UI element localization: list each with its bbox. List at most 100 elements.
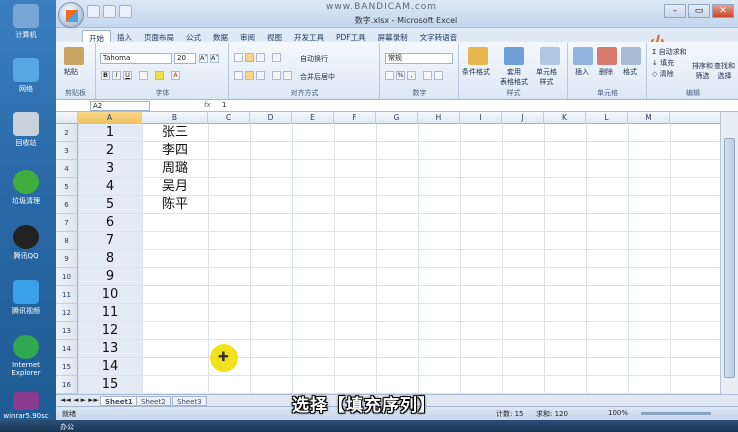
increase-indent-icon[interactable] (283, 71, 292, 80)
orientation-icon[interactable] (272, 53, 281, 62)
format-cells-button[interactable]: 格式 (623, 67, 637, 77)
vertical-scrollbar[interactable] (720, 112, 738, 394)
zoom-slider[interactable] (641, 412, 711, 415)
column-header-l[interactable]: L (586, 112, 628, 124)
comma-button[interactable]: , (407, 71, 416, 80)
desktop-icon-computer[interactable]: 计算机 (2, 4, 50, 40)
office-button[interactable] (58, 2, 84, 28)
autosum-button[interactable]: Σ 自动求和 (652, 47, 687, 57)
row-header[interactable]: 11 (56, 286, 78, 304)
sheet-tab-3[interactable]: Sheet3 (172, 396, 207, 406)
grow-font-button[interactable]: A˄ (199, 54, 208, 63)
border-icon[interactable] (139, 71, 148, 80)
row-header[interactable]: 13 (56, 322, 78, 340)
decrease-indent-icon[interactable] (272, 71, 281, 80)
desktop-icon-qq[interactable]: 腾讯QQ (2, 225, 50, 261)
row-header[interactable]: 4 (56, 160, 78, 178)
cell-a[interactable]: 10 (78, 286, 142, 304)
scroll-thumb[interactable] (724, 138, 735, 378)
cell-b[interactable]: 张三 (142, 124, 208, 142)
save-icon[interactable] (87, 5, 100, 18)
clear-button[interactable]: ◇ 清除 (652, 69, 674, 79)
sheet-nav-icon[interactable]: ◄◄ ◄ ► ►► (60, 396, 99, 404)
row-header[interactable]: 7 (56, 214, 78, 232)
desktop-icon-ie[interactable]: Internet Explorer (2, 335, 50, 377)
cell-a[interactable]: 8 (78, 250, 142, 268)
font-name-field[interactable]: Tahoma (100, 53, 172, 64)
paste-button[interactable]: 粘贴 (64, 67, 78, 77)
merge-center-button[interactable]: 合并后居中 (300, 72, 335, 82)
italic-button[interactable]: I (112, 71, 121, 80)
column-header-d[interactable]: D (250, 112, 292, 124)
wrap-text-button[interactable]: 自动换行 (300, 54, 328, 64)
row-header[interactable]: 15 (56, 358, 78, 376)
column-header-a[interactable]: A (78, 112, 142, 124)
column-header-k[interactable]: K (544, 112, 586, 124)
align-center-icon[interactable] (245, 71, 254, 80)
row-header[interactable]: 12 (56, 304, 78, 322)
bold-button[interactable]: B (101, 71, 110, 80)
align-middle-icon[interactable] (245, 53, 254, 62)
zoom-level[interactable]: 100% (608, 409, 628, 417)
cell-b[interactable]: 周璐 (142, 160, 208, 178)
increase-decimal-icon[interactable] (423, 71, 432, 80)
row-header[interactable]: 14 (56, 340, 78, 358)
row-header[interactable]: 9 (56, 250, 78, 268)
fill-button[interactable]: ↓ 填充 (652, 58, 674, 68)
align-left-icon[interactable] (234, 71, 243, 80)
formula-input[interactable]: 1 (222, 101, 226, 109)
cell-a[interactable]: 7 (78, 232, 142, 250)
column-header-c[interactable]: C (208, 112, 250, 124)
sort-filter-button[interactable]: 排序和 筛选 (692, 61, 713, 81)
close-button[interactable]: ✕ (712, 4, 734, 18)
column-header-j[interactable]: J (502, 112, 544, 124)
minimize-button[interactable]: – (664, 4, 686, 18)
column-header-h[interactable]: H (418, 112, 460, 124)
desktop-icon-cleaner[interactable]: 垃圾清理 (2, 170, 50, 206)
cell-a[interactable]: 14 (78, 358, 142, 376)
align-right-icon[interactable] (256, 71, 265, 80)
fill-color-icon[interactable] (155, 71, 164, 80)
decrease-decimal-icon[interactable] (434, 71, 443, 80)
row-header[interactable]: 5 (56, 178, 78, 196)
cell-a[interactable]: 2 (78, 142, 142, 160)
cell-b[interactable]: 李四 (142, 142, 208, 160)
cell-b[interactable]: 吴月 (142, 178, 208, 196)
align-bottom-icon[interactable] (256, 53, 265, 62)
conditional-format-button[interactable]: 条件格式 (462, 67, 490, 77)
cell-a[interactable]: 5 (78, 196, 142, 214)
desktop-icon-network[interactable]: 网络 (2, 58, 50, 94)
row-header[interactable]: 10 (56, 268, 78, 286)
align-top-icon[interactable] (234, 53, 243, 62)
sheet-tab-2[interactable]: Sheet2 (136, 396, 171, 406)
column-header-g[interactable]: G (376, 112, 418, 124)
column-header-m[interactable]: M (628, 112, 670, 124)
underline-button[interactable]: U (123, 71, 132, 80)
font-color-icon[interactable]: A (171, 71, 180, 80)
cell-a[interactable]: 9 (78, 268, 142, 286)
percent-button[interactable]: % (396, 71, 405, 80)
cell-b[interactable]: 陈平 (142, 196, 208, 214)
sheet-tab-1[interactable]: Sheet1 (100, 396, 138, 406)
redo-icon[interactable] (119, 5, 132, 18)
cell-styles-button[interactable]: 单元格 样式 (536, 67, 557, 87)
number-format-field[interactable]: 常规 (385, 53, 453, 64)
column-header-i[interactable]: I (460, 112, 502, 124)
cell-a[interactable]: 6 (78, 214, 142, 232)
select-all-button[interactable] (56, 112, 78, 124)
row-header[interactable]: 6 (56, 196, 78, 214)
row-header[interactable]: 16 (56, 376, 78, 394)
cell-a[interactable]: 12 (78, 322, 142, 340)
name-box[interactable]: A2 (90, 101, 150, 111)
row-header[interactable]: 2 (56, 124, 78, 142)
find-select-button[interactable]: 查找和 选择 (714, 61, 735, 81)
table-format-button[interactable]: 套用 表格格式 (500, 67, 528, 87)
delete-cells-button[interactable]: 删除 (599, 67, 613, 77)
cell-a[interactable]: 3 (78, 160, 142, 178)
shrink-font-button[interactable]: A˅ (210, 54, 219, 63)
cell-a[interactable]: 4 (78, 178, 142, 196)
cell-a[interactable]: 15 (78, 376, 142, 394)
desktop-icon-video[interactable]: 腾讯视频 (2, 280, 50, 316)
row-header[interactable]: 8 (56, 232, 78, 250)
fx-icon[interactable]: fx (204, 101, 211, 109)
